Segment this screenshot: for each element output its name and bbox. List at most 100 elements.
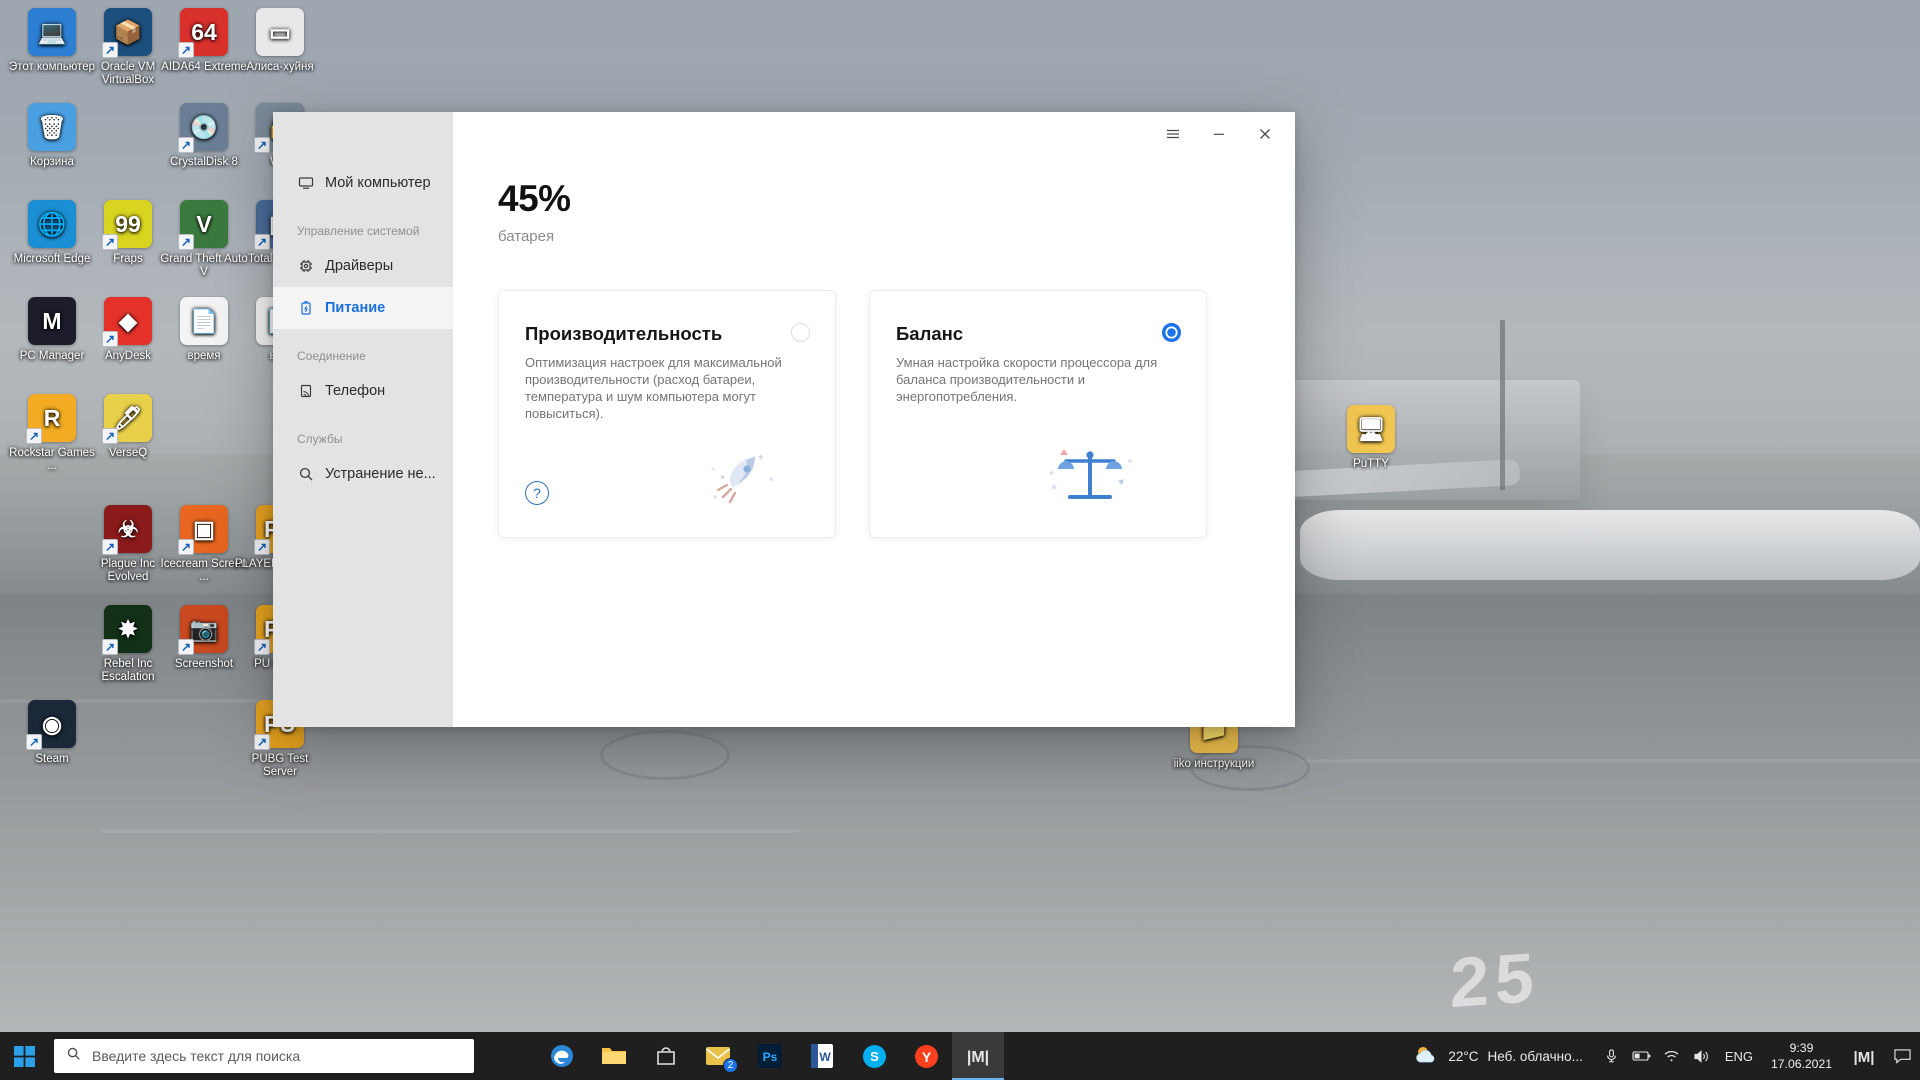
desktop-icon-glyph: 💿↗	[180, 103, 228, 151]
sidebar-item-label: Мой компьютер	[325, 175, 431, 191]
desktop-icon-glyph: 🖊↗	[104, 394, 152, 442]
battery-bolt-icon	[297, 300, 314, 317]
desktop-icon-label: Алиса-хуйня	[234, 61, 326, 74]
card-description: Оптимизация настроек для максимальной пр…	[525, 354, 787, 422]
desktop-icon[interactable]: ▭ Алиса-хуйня	[234, 8, 326, 74]
desktop-icon[interactable]: 🖥 PuTTY	[1325, 405, 1417, 471]
shortcut-arrow-icon: ↗	[254, 137, 270, 153]
taskbar-app-edge[interactable]	[536, 1032, 588, 1080]
taskbar-app-mail[interactable]: 2	[692, 1032, 744, 1080]
shortcut-arrow-icon: ↗	[102, 428, 118, 444]
shortcut-arrow-icon: ↗	[178, 539, 194, 555]
desktop-icon-label: Корзина	[6, 156, 98, 169]
mail-badge: 2	[723, 1058, 738, 1073]
shortcut-arrow-icon: ↗	[102, 234, 118, 250]
shortcut-arrow-icon: ↗	[254, 234, 270, 250]
desktop-icon-glyph: 📦↗	[104, 8, 152, 56]
clock-widget[interactable]: 9:39 17.06.2021	[1761, 1040, 1844, 1072]
desktop-icon-glyph: 🖥	[1347, 405, 1395, 453]
partly-cloudy-icon	[1413, 1045, 1439, 1068]
shortcut-arrow-icon: ↗	[178, 234, 194, 250]
taskbar-app-photoshop[interactable]: Ps	[744, 1032, 796, 1080]
radio-performance[interactable]	[791, 323, 810, 342]
rocket-illustration	[675, 435, 795, 515]
sidebar-item-phone[interactable]: Телефон	[273, 370, 453, 412]
taskbar-app-skype[interactable]: S	[848, 1032, 900, 1080]
help-icon[interactable]: ?	[525, 481, 549, 505]
desktop-icon-glyph: V↗	[180, 200, 228, 248]
desktop-icon-glyph: 📷↗	[180, 605, 228, 653]
sidebar-item-drivers[interactable]: Драйверы	[273, 245, 453, 287]
desktop-icon[interactable]: 🗑Корзина	[6, 103, 98, 169]
desktop-icon-glyph: 99↗	[104, 200, 152, 248]
sidebar-item-troubleshooting[interactable]: Устранение не...	[273, 453, 453, 495]
taskbar-app-file-explorer[interactable]	[588, 1032, 640, 1080]
volume-icon[interactable]	[1687, 1032, 1717, 1080]
window-titlebar	[1151, 112, 1295, 156]
desktop-icon-label: Steam	[6, 753, 98, 766]
desktop-icon[interactable]: 🖊↗VerseQ	[82, 394, 174, 460]
shortcut-arrow-icon: ↗	[254, 639, 270, 655]
desktop-icon-glyph: 💻	[28, 8, 76, 56]
shortcut-arrow-icon: ↗	[178, 639, 194, 655]
weather-widget[interactable]: 22°C Неб. облачно...	[1399, 1032, 1596, 1080]
desktop-icon-glyph: 📄	[180, 297, 228, 345]
power-plan-card-balance[interactable]: Баланс Умная настройка скорости процессо…	[869, 290, 1207, 538]
search-input[interactable]: Введите здесь текст для поиска	[54, 1039, 474, 1073]
wifi-icon[interactable]	[1657, 1032, 1687, 1080]
desktop-icon-glyph: ▭	[256, 8, 304, 56]
sidebar-item-label: Питание	[325, 300, 385, 316]
monitor-icon	[297, 175, 314, 192]
svg-text:|M|: |M|	[1854, 1049, 1875, 1066]
desktop-icon-glyph: 🌐	[28, 200, 76, 248]
close-icon[interactable]	[1243, 114, 1287, 154]
shortcut-arrow-icon: ↗	[254, 539, 270, 555]
taskbar-app-word[interactable]: W	[796, 1032, 848, 1080]
shortcut-arrow-icon: ↗	[102, 331, 118, 347]
card-title: Производительность	[525, 323, 809, 345]
shortcut-arrow-icon: ↗	[178, 42, 194, 58]
taskbar-app-pc-manager[interactable]: |M|	[952, 1032, 1004, 1080]
desktop-icon-glyph: 64↗	[180, 8, 228, 56]
sidebar-item-power[interactable]: Питание	[273, 287, 453, 329]
sidebar-item-my-computer[interactable]: Мой компьютер	[273, 162, 453, 204]
taskbar-app-yandex-browser[interactable]: Y	[900, 1032, 952, 1080]
svg-text:|M|: |M|	[967, 1049, 989, 1066]
notification-icon[interactable]	[1884, 1032, 1920, 1080]
language-indicator[interactable]: ENG	[1717, 1049, 1761, 1064]
desktop-icon[interactable]: ◉↗ Steam	[6, 700, 98, 766]
search-icon	[66, 1046, 81, 1066]
clock-time: 9:39	[1771, 1040, 1832, 1056]
power-plan-card-performance[interactable]: Производительность Оптимизация настроек …	[498, 290, 836, 538]
desktop-icon-glyph: ▣↗	[180, 505, 228, 553]
taskbar-app-microsoft-store[interactable]	[640, 1032, 692, 1080]
clock-date: 17.06.2021	[1771, 1056, 1832, 1072]
shortcut-arrow-icon: ↗	[102, 639, 118, 655]
pc-manager-tray-icon[interactable]: |M|	[1844, 1032, 1884, 1080]
shortcut-arrow-icon: ↗	[102, 539, 118, 555]
sidebar-group-system: Управление системой	[273, 204, 453, 245]
pc-manager-window: Мой компьютер Управление системой Драйве…	[273, 112, 1295, 727]
desktop-icon-glyph: M	[28, 297, 76, 345]
card-description: Умная настройка скорости процессора для …	[896, 354, 1158, 405]
desktop-icon-glyph: ◉↗	[28, 700, 76, 748]
microphone-icon[interactable]	[1597, 1032, 1627, 1080]
sidebar-group-services: Службы	[273, 412, 453, 453]
windows-start-icon[interactable]	[0, 1032, 48, 1080]
battery-icon[interactable]	[1627, 1032, 1657, 1080]
hamburger-menu-icon[interactable]	[1151, 114, 1195, 154]
shortcut-arrow-icon: ↗	[178, 137, 194, 153]
desktop-icon-label: PuTTY	[1325, 458, 1417, 471]
radio-balance[interactable]	[1162, 323, 1181, 342]
svg-text:S: S	[870, 1049, 879, 1064]
sidebar-item-label: Драйверы	[325, 258, 393, 274]
scales-illustration	[1030, 435, 1150, 515]
search-placeholder: Введите здесь текст для поиска	[92, 1048, 300, 1064]
desktop-icon-label: PUBG Test Server	[234, 753, 326, 779]
sidebar-item-label: Устранение не...	[325, 466, 436, 482]
desktop-icon-glyph: R↗	[28, 394, 76, 442]
minimize-icon[interactable]	[1197, 114, 1241, 154]
shortcut-arrow-icon: ↗	[254, 734, 270, 750]
content-area: 45% батарея Производительность Оптимизац…	[453, 112, 1295, 727]
svg-text:Y: Y	[921, 1049, 931, 1065]
